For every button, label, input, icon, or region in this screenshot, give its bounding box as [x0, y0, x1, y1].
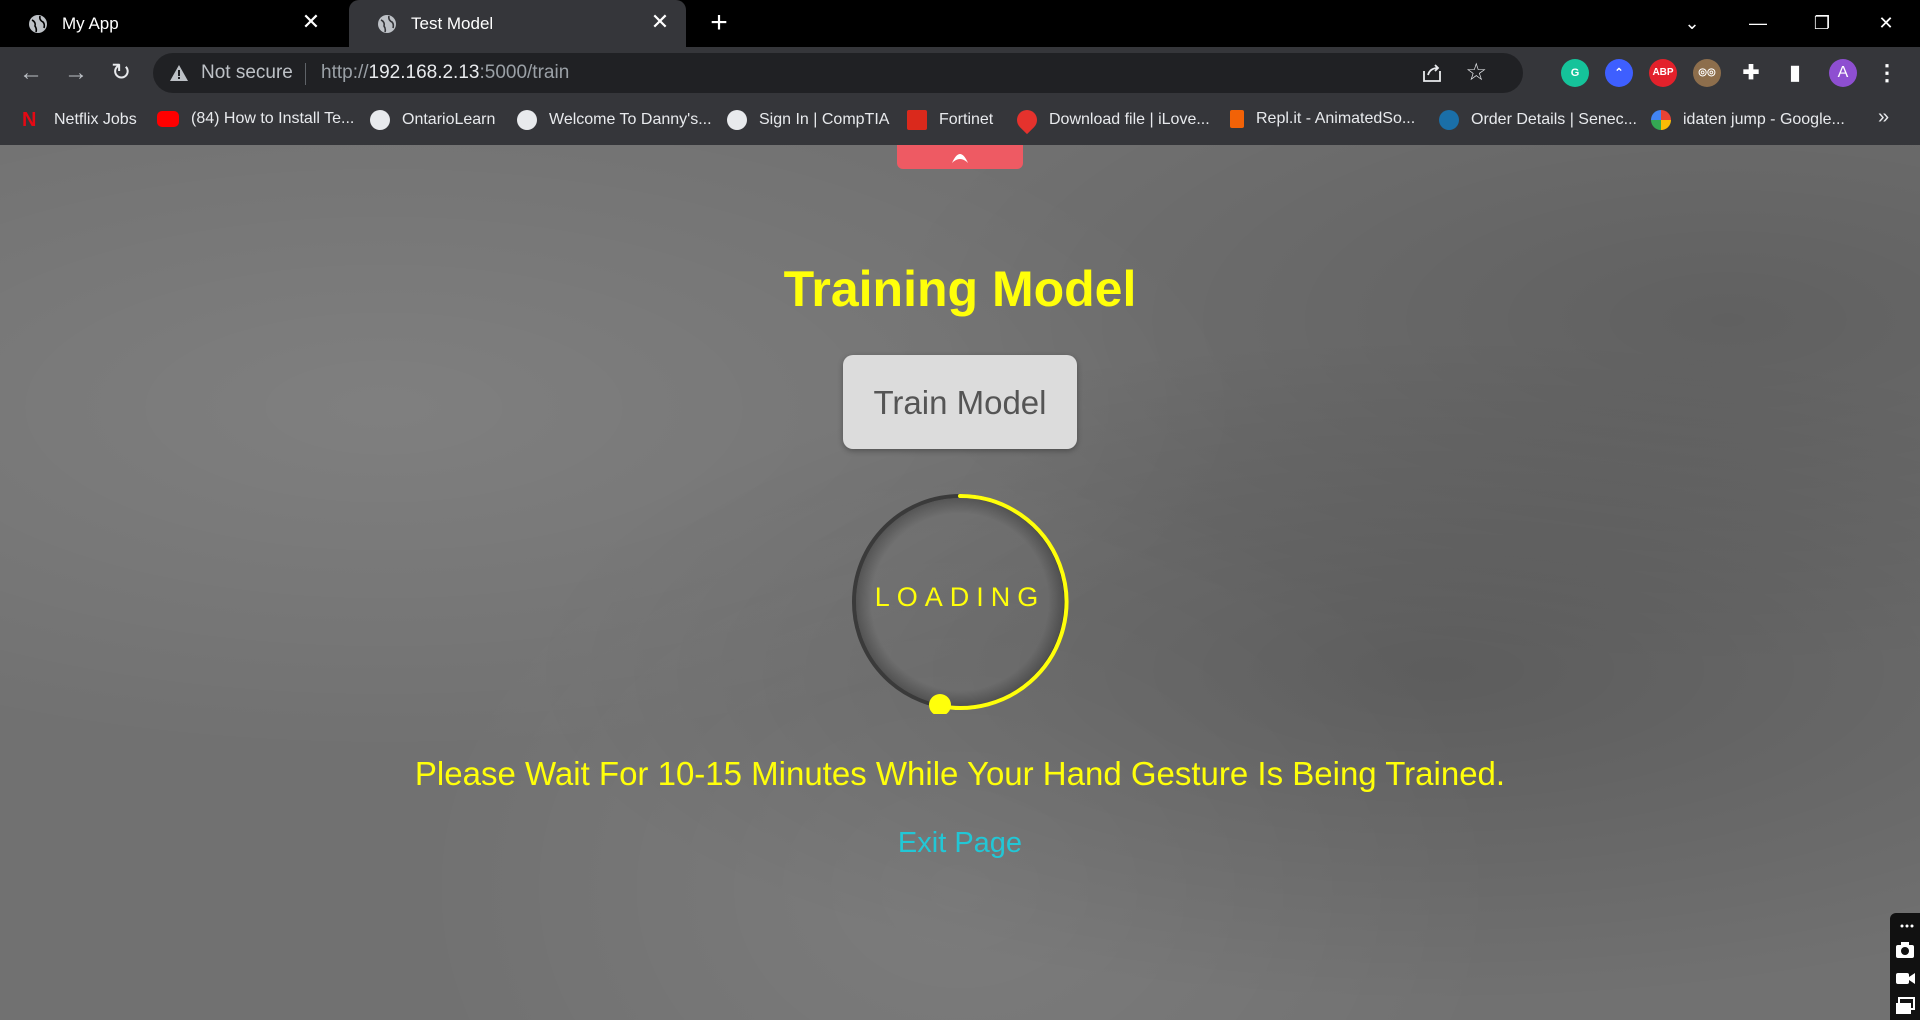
- video-icon[interactable]: [1894, 967, 1916, 989]
- bookmark-seneca[interactable]: Order Details | Senec...: [1439, 110, 1637, 134]
- close-window-button[interactable]: ✕: [1866, 8, 1906, 38]
- loading-label: LOADING: [874, 582, 1046, 612]
- close-tab-icon[interactable]: ✕: [299, 10, 323, 34]
- globe-icon: [517, 110, 537, 130]
- globe-icon: [370, 110, 390, 130]
- not-secure-label[interactable]: Not secure: [201, 62, 293, 84]
- url-text[interactable]: http://192.168.2.13:5000/train: [321, 62, 569, 84]
- loading-spinner: LOADING: [848, 490, 1072, 716]
- bookmark-idaten[interactable]: idaten jump - Google...: [1651, 110, 1845, 134]
- sidepanel-icon[interactable]: ▮: [1781, 59, 1809, 87]
- globe-icon: [29, 15, 47, 33]
- tab-test-model[interactable]: Test Model ✕: [349, 0, 686, 47]
- tab-strip: My App ✕ Test Model ✕ + ⌄ — ❐ ✕: [0, 0, 1920, 47]
- adblock-icon[interactable]: ABP: [1649, 59, 1677, 87]
- netflix-icon: N: [22, 109, 37, 131]
- screens-icon[interactable]: [1894, 995, 1916, 1017]
- restore-button[interactable]: ❐: [1802, 8, 1842, 38]
- browser-toolbar: ← → ↻ Not secure http://192.168.2.13:500…: [0, 47, 1920, 100]
- bookmark-ontariolearn[interactable]: OntarioLearn: [370, 110, 495, 134]
- camera-icon[interactable]: [1894, 939, 1916, 961]
- page-title: Training Model: [783, 261, 1137, 317]
- forward-button[interactable]: →: [61, 58, 91, 88]
- bookmarks-bar: N Netflix Jobs (84) How to Install Te... …: [0, 100, 1920, 145]
- bookmark-netflix-jobs[interactable]: N Netflix Jobs: [22, 110, 137, 134]
- page-content: Training Model Train Model LOADING Pleas…: [0, 145, 1920, 1020]
- bookmark-replit[interactable]: Repl.it - AnimatedSo...: [1230, 110, 1415, 134]
- google-icon: [1651, 110, 1671, 130]
- tab-title: My App: [62, 14, 119, 33]
- back-button[interactable]: ←: [16, 58, 46, 88]
- new-tab-button[interactable]: +: [704, 8, 734, 38]
- menu-icon[interactable]: ⋮: [1873, 59, 1901, 87]
- bookmark-comptia[interactable]: Sign In | CompTIA: [727, 110, 889, 134]
- bookmark-star-icon[interactable]: ☆: [1465, 58, 1487, 87]
- globe-icon: [378, 15, 396, 33]
- warning-icon: [170, 65, 188, 81]
- replit-icon: [1230, 110, 1244, 128]
- side-widget: [1890, 913, 1920, 1020]
- more-icon[interactable]: [1894, 915, 1916, 937]
- puzzle-icon[interactable]: ✚: [1737, 59, 1765, 87]
- tab-my-app[interactable]: My App ✕: [0, 0, 337, 47]
- youtube-icon: [157, 111, 179, 127]
- ilovepdf-icon: [1012, 105, 1042, 135]
- bookmark-fortinet[interactable]: Fortinet: [907, 110, 993, 134]
- close-tab-icon[interactable]: ✕: [648, 10, 672, 34]
- chevron-up-icon: [952, 154, 968, 163]
- minimize-button[interactable]: —: [1738, 8, 1778, 38]
- reload-button[interactable]: ↻: [106, 58, 136, 88]
- grammarly-icon[interactable]: G: [1561, 59, 1589, 87]
- train-model-button[interactable]: Train Model: [843, 355, 1077, 449]
- bookmarks-overflow-button[interactable]: »: [1878, 106, 1889, 130]
- fortinet-icon: [907, 110, 927, 130]
- owl-extension-icon[interactable]: ◎◎: [1693, 59, 1721, 87]
- nordvpn-icon[interactable]: ⌃: [1605, 59, 1633, 87]
- omnibox-divider: [305, 63, 306, 85]
- tab-title: Test Model: [411, 14, 494, 33]
- oth-icon: [1439, 110, 1459, 130]
- tab-search-icon[interactable]: ⌄: [1672, 8, 1712, 38]
- top-pull-tab[interactable]: [897, 145, 1023, 169]
- globe-icon: [727, 110, 747, 130]
- share-icon[interactable]: [1421, 62, 1443, 84]
- wait-message: Please Wait For 10-15 Minutes While Your…: [414, 755, 1506, 792]
- profile-avatar[interactable]: A: [1829, 59, 1857, 87]
- exit-page-link[interactable]: Exit Page: [898, 827, 1022, 859]
- exit-page-link-container: Exit Page: [0, 827, 1920, 860]
- bookmark-youtube[interactable]: (84) How to Install Te...: [157, 110, 354, 134]
- bookmark-ilovepdf[interactable]: Download file | iLove...: [1012, 105, 1210, 135]
- bookmark-danny[interactable]: Welcome To Danny's...: [517, 110, 712, 134]
- address-bar[interactable]: Not secure http://192.168.2.13:5000/trai…: [153, 53, 1523, 93]
